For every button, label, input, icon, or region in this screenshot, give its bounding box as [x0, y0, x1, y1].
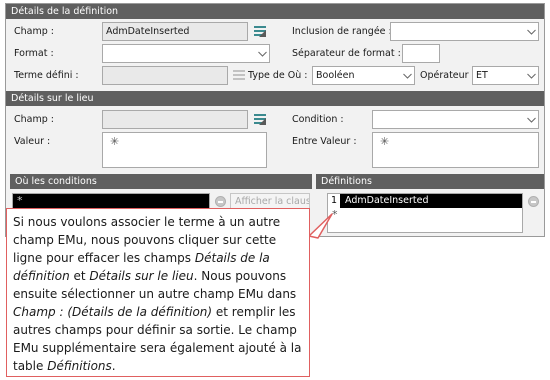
callout-italic-text: Détails sur le lieu: [89, 269, 194, 283]
callout-italic-text: Définitions: [47, 359, 112, 373]
callout-text: .: [111, 359, 116, 373]
callout-text: et: [69, 269, 90, 283]
callout-italic-text: Champ : (Détails de la définition): [13, 305, 213, 319]
callout-annotation: Si nous voulons associer le terme à un a…: [6, 208, 310, 377]
